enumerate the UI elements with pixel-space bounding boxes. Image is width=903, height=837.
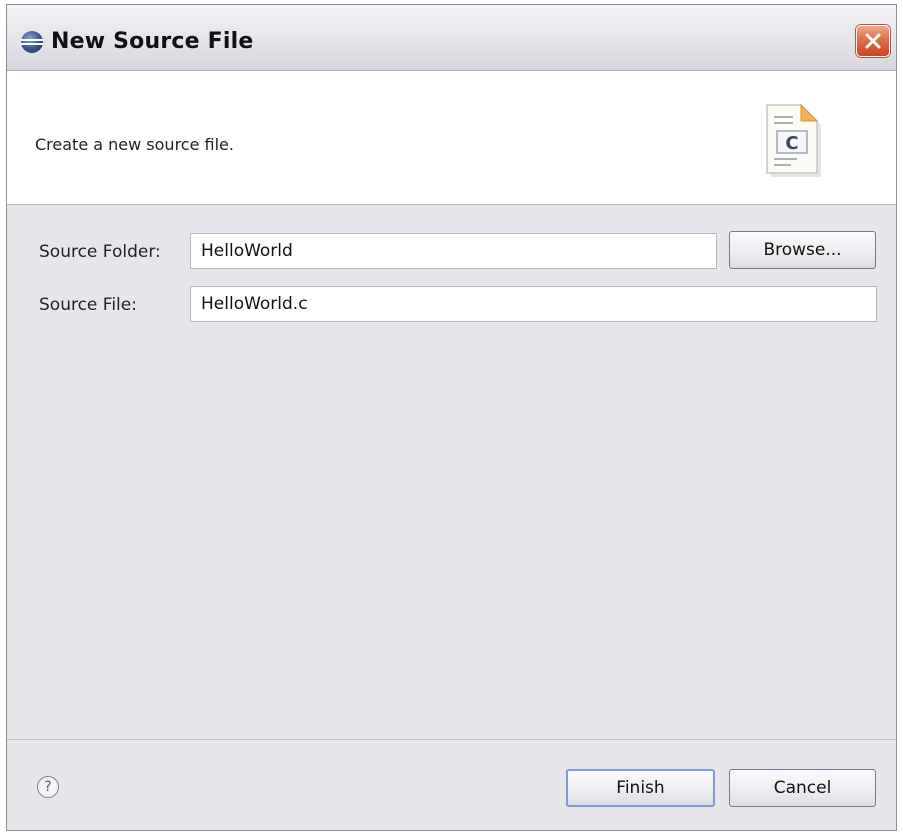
- source-file-label: Source File:: [39, 295, 137, 315]
- banner-message: Create a new source file.: [35, 135, 234, 154]
- source-folder-label: Source Folder:: [39, 242, 161, 262]
- c-letter: C: [785, 133, 798, 154]
- close-icon: [865, 33, 881, 49]
- cancel-button[interactable]: Cancel: [729, 769, 876, 807]
- close-button[interactable]: [856, 25, 890, 57]
- source-folder-input[interactable]: HelloWorld: [190, 233, 717, 269]
- eclipse-icon: [21, 31, 43, 53]
- finish-button[interactable]: Finish: [566, 769, 715, 807]
- c-source-file-icon: C: [766, 103, 821, 177]
- wizard-banner: Create a new source file. C: [7, 71, 896, 205]
- new-source-file-dialog: New Source File Create a new source file…: [6, 4, 897, 831]
- source-file-input[interactable]: HelloWorld.c: [190, 286, 877, 322]
- footer-divider: [7, 739, 896, 740]
- browse-button[interactable]: Browse...: [729, 231, 876, 269]
- title-bar[interactable]: New Source File: [7, 5, 896, 71]
- help-icon[interactable]: ?: [37, 776, 59, 798]
- dialog-title: New Source File: [51, 29, 254, 54]
